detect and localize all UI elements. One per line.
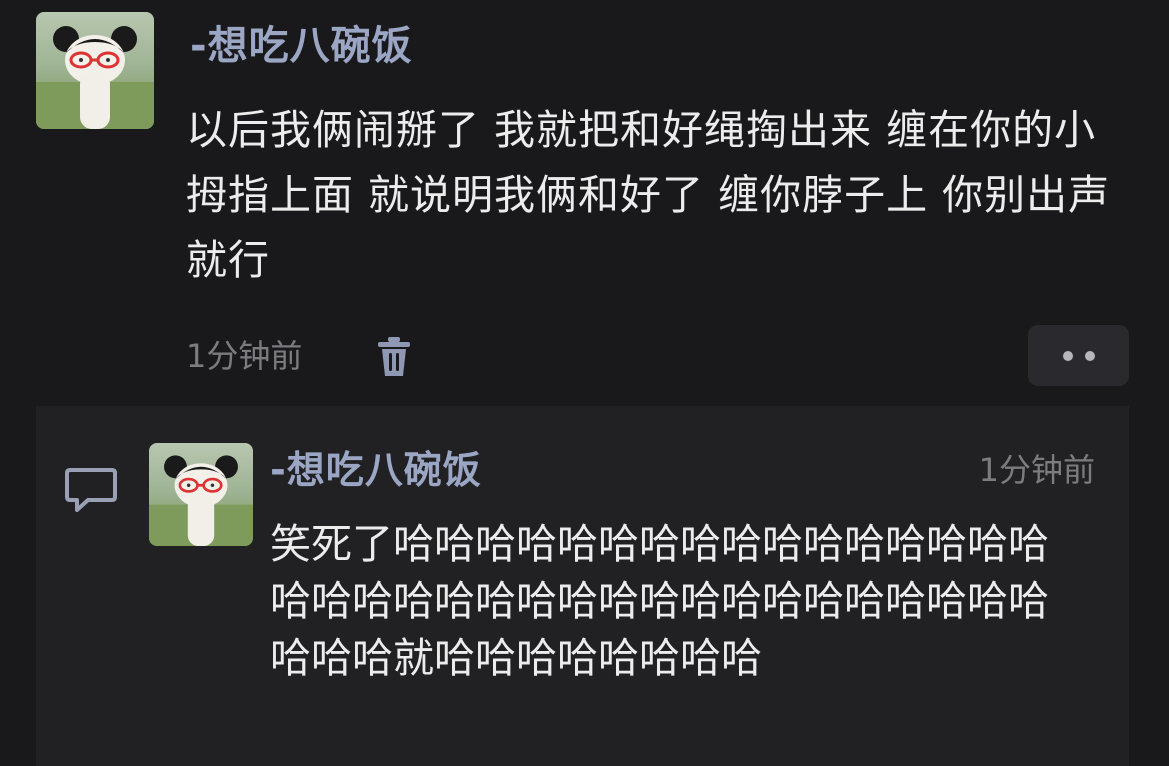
post-avatar[interactable] [36,12,154,129]
reply-timestamp: 1分钟前 [978,451,1095,489]
reply-avatar[interactable] [149,443,253,546]
reply-content: 笑死了哈哈哈哈哈哈哈哈哈哈哈哈哈哈哈哈哈哈哈哈哈哈哈哈哈哈哈哈哈哈哈哈哈哈哈哈哈… [270,520,1049,682]
more-dots-icon [1062,350,1073,361]
post-content: 以后我俩闹掰了 我就把和好绳掏出来 缠在你的小拇指上面 就说明我俩和好了 缠你脖… [186,106,1111,284]
more-options-button[interactable] [1028,325,1129,386]
trash-icon[interactable] [374,336,414,378]
post-author-name[interactable]: -想吃八碗饭 [190,14,413,78]
comment-icon[interactable] [64,466,118,514]
reply-author-name[interactable]: -想吃八碗饭 [270,440,482,500]
post-timestamp: 1分钟前 [186,337,303,375]
more-dots-icon [1084,350,1095,361]
